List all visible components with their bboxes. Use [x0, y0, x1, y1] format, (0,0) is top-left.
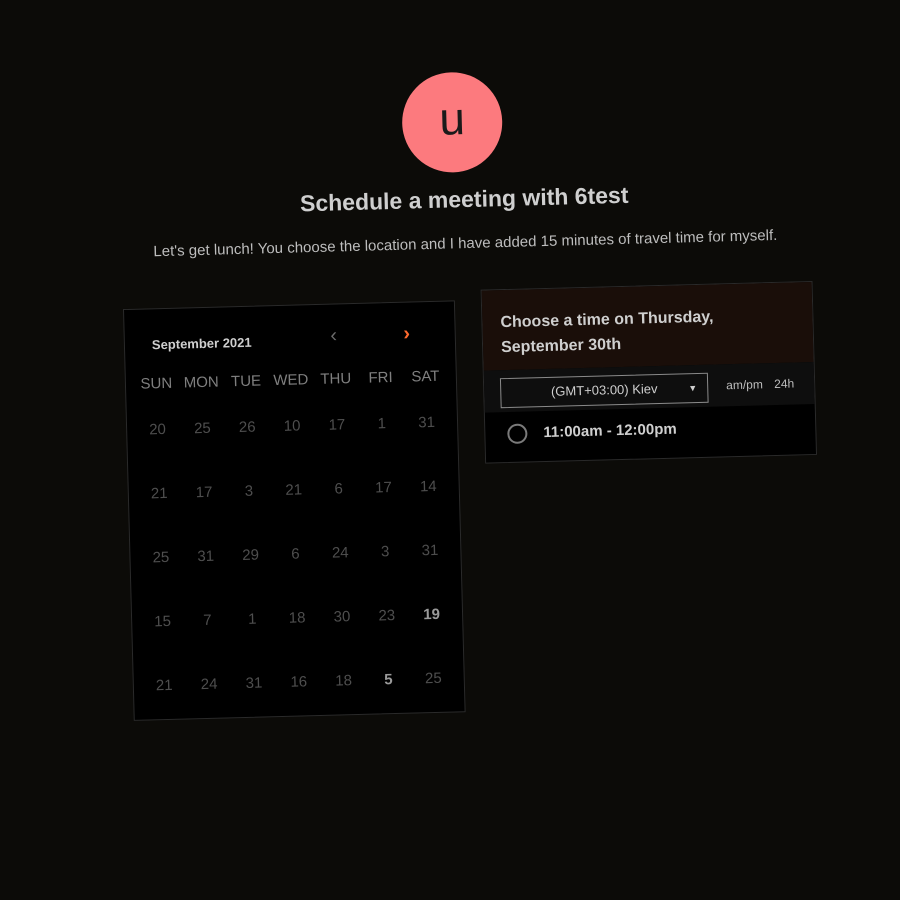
calendar-day: 6	[334, 480, 344, 498]
dropdown-caret-icon: ▼	[688, 383, 698, 394]
calendar-day: 25	[424, 669, 442, 688]
page-title: Schedule a meeting with 6test	[299, 181, 629, 217]
calendar-day: 20	[149, 420, 167, 439]
calendar-day: 17	[195, 483, 213, 502]
calendar-day: 18	[288, 609, 306, 627]
timezone-select[interactable]: (GMT+03:00) Kiev ▼	[499, 372, 709, 409]
weekday-label: SAT	[411, 367, 440, 386]
calendar-day: 24	[200, 675, 218, 694]
calendar-day: 16	[290, 673, 308, 691]
chevron-left-icon[interactable]: ‹	[321, 324, 346, 349]
calendar-day: 7	[203, 611, 212, 630]
calendar-day: 15	[154, 612, 172, 631]
calendar-day: 31	[421, 541, 439, 560]
calendar-day: 23	[378, 607, 396, 625]
calendar-month-label: September 2021	[151, 334, 252, 353]
calendar-day: 31	[245, 674, 263, 692]
calendar-day: 21	[155, 676, 173, 695]
avatar-letter: u	[438, 92, 466, 145]
calendar-day: 31	[197, 547, 215, 566]
calendar-day: 26	[238, 418, 256, 437]
calendar-day: 25	[152, 548, 170, 567]
calendar-day: 30	[333, 608, 351, 626]
calendar-day: 1	[377, 415, 387, 433]
date-picker-calendar: September 2021 ‹ › SUN MON TUE WED THU F…	[122, 300, 466, 721]
weekday-label: MON	[183, 373, 219, 392]
chevron-right-icon[interactable]: ›	[394, 322, 419, 347]
calendar-day: 24	[331, 544, 349, 562]
weekday-label: WED	[273, 371, 309, 390]
radio-icon[interactable]	[507, 423, 528, 445]
host-avatar: u	[400, 71, 504, 174]
calendar-week-row: 25 31 29 6 24 3 31	[138, 542, 454, 614]
calendar-week-row: 15 7 1 18 30 23 19	[140, 605, 456, 677]
calendar-day: 14	[419, 477, 437, 496]
time-slot-label: 11:00am - 12:00pm	[543, 420, 677, 442]
time-panel-title: Choose a time on Thursday, September 30t…	[500, 308, 714, 357]
format-ampm-toggle[interactable]: am/pm	[726, 377, 763, 392]
time-slot-option[interactable]: 11:00am - 12:00pm	[485, 404, 816, 461]
time-slot-panel: Choose a time on Thursday, September 30t…	[480, 280, 818, 464]
calendar-day: 25	[193, 419, 211, 438]
calendar-day-available[interactable]: 19	[409, 605, 456, 670]
calendar-day: 17	[328, 416, 346, 434]
calendar-day: 6	[291, 545, 300, 563]
calendar-grid: 20 25 26 10 17 1 31 21 17 3 21 6 17 14 2…	[135, 414, 457, 742]
calendar-day: 18	[335, 672, 353, 690]
format-24h-toggle[interactable]: 24h	[774, 377, 794, 392]
calendar-day: 3	[244, 482, 254, 500]
weekday-label: SUN	[140, 374, 173, 393]
calendar-day: 31	[418, 413, 436, 432]
scheduling-page: u Schedule a meeting with 6test Let's ge…	[0, 0, 900, 900]
meeting-description: Let's get lunch! You choose the location…	[153, 226, 778, 261]
calendar-week-row: 20 25 26 10 17 1 31	[135, 414, 451, 486]
weekday-label: FRI	[368, 369, 393, 387]
calendar-day: 10	[283, 417, 301, 435]
calendar-week-row: 21 17 3 21 6 17 14	[137, 478, 453, 550]
weekday-header-row: SUN MON TUE WED THU FRI SAT	[134, 368, 448, 393]
weekday-label: THU	[320, 370, 352, 388]
calendar-day: 3	[380, 543, 390, 561]
calendar-day-available[interactable]: 5	[366, 671, 413, 736]
calendar-day: 21	[285, 481, 303, 499]
calendar-day: 29	[242, 546, 260, 565]
calendar-day: 21	[150, 484, 168, 503]
weekday-label: TUE	[230, 372, 262, 391]
calendar-day: 1	[247, 610, 257, 628]
time-panel-header: Choose a time on Thursday, September 30t…	[481, 282, 814, 371]
calendar-header: September 2021 ‹ ›	[124, 301, 455, 364]
calendar-day: 17	[374, 479, 393, 497]
calendar-week-row: 21 24 31 16 18 5 25	[142, 669, 458, 741]
timezone-value: (GMT+03:00) Kiev	[550, 381, 658, 399]
